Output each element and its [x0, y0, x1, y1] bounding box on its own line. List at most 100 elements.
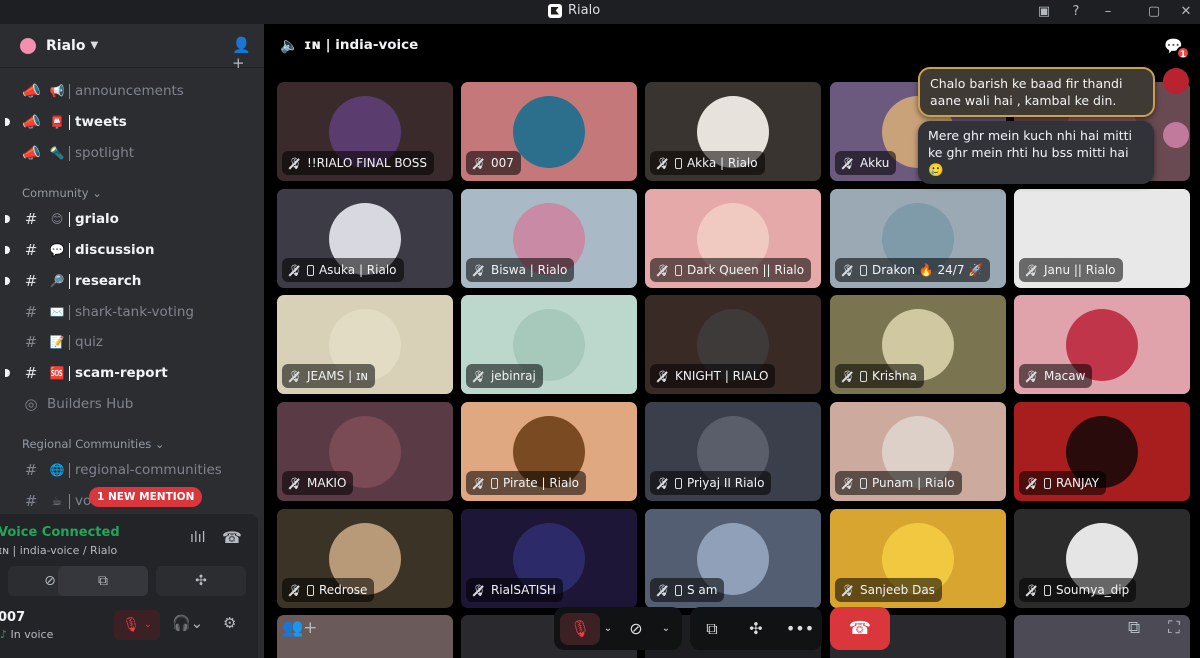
channel-discussion[interactable]: # 💬 discussion: [0, 236, 264, 264]
voice-waveform-icon[interactable]: ılıl: [190, 530, 206, 546]
participant-name: MAKIO: [306, 476, 347, 490]
channel-scam-report[interactable]: # 🆘 scam-report: [0, 359, 264, 387]
channel-builders-hub[interactable]: ◎ Builders Hub: [0, 390, 264, 418]
camera-off-icon: ⊘: [44, 573, 56, 589]
category-regional-communities[interactable]: Regional Communities ⌄: [22, 437, 165, 451]
mic-muted-icon: 🎙: [1025, 263, 1039, 277]
activities-button[interactable]: ✣: [156, 566, 246, 596]
chat-author-avatar[interactable]: [1163, 122, 1189, 148]
deafen-headphones-icon[interactable]: 🎧⌄: [172, 614, 203, 632]
maximize-button[interactable]: ▢: [1144, 2, 1164, 22]
participant-tile[interactable]: 🎙 RANJAY: [1014, 402, 1190, 501]
participant-tile[interactable]: [1014, 615, 1190, 658]
participant-tile[interactable]: 🎙 MAKIO: [277, 402, 453, 501]
chat-bubble-message[interactable]: Chalo barish ke baad fir thandi aane wal…: [918, 67, 1155, 117]
channel-emoji: 🔦: [49, 146, 65, 160]
category-community[interactable]: Community ⌄: [22, 186, 102, 200]
channel-separator: [69, 494, 70, 509]
channel-separator: [69, 305, 70, 320]
mic-muted-button[interactable]: 🎙: [560, 612, 600, 645]
participant-tile[interactable]: 🎙 Punam | Rialo: [830, 402, 1006, 501]
camera-options-chevron-icon[interactable]: ⌄: [656, 607, 676, 650]
activities-button[interactable]: ✣: [734, 607, 778, 650]
channel-emoji: 📮: [49, 115, 65, 129]
participant-nameplate: 🎙 S am: [650, 578, 725, 602]
end-call-button[interactable]: ☎: [830, 607, 890, 650]
participant-tile[interactable]: 🎙 Drakon 🔥 24/7 🚀: [830, 189, 1006, 288]
participant-name: JEAMS | ɪɴ: [306, 369, 369, 383]
megaphone-icon: 📣: [22, 82, 41, 100]
participant-tile[interactable]: 🎙 Janu || Rialo: [1014, 189, 1190, 288]
channel-tweets[interactable]: 📣 📮 tweets: [0, 108, 264, 136]
invite-to-voice-icon[interactable]: 👥+: [282, 618, 317, 638]
participant-name: Dark Queen || Rialo: [686, 263, 805, 277]
participant-tile[interactable]: 🎙 Krishna: [830, 295, 1006, 394]
mic-muted-icon: 🎙: [122, 617, 141, 633]
help-icon[interactable]: ?: [1066, 2, 1086, 22]
hash-icon: #: [24, 272, 38, 290]
inbox-icon[interactable]: ▣: [1034, 2, 1054, 22]
chat-author-avatar[interactable]: [1163, 68, 1189, 94]
participant-name: KNIGHT | RIALO: [674, 369, 769, 383]
mic-options-chevron-icon[interactable]: ⌄: [600, 607, 616, 650]
participant-tile[interactable]: 🎙 Asuka | Rialo: [277, 189, 453, 288]
participant-tile[interactable]: 🎙 Sanjeeb Das: [830, 509, 1006, 608]
participant-tile[interactable]: 🎙 KNIGHT | RIALO: [645, 295, 821, 394]
participant-tile[interactable]: 🎙 Dark Queen || Rialo: [645, 189, 821, 288]
camera-off-icon: ⊘: [629, 619, 643, 638]
participant-name: 007: [490, 156, 514, 170]
invite-people-icon[interactable]: 👤+: [232, 36, 252, 72]
participant-nameplate: 🎙 Asuka | Rialo: [282, 258, 404, 282]
fullscreen-icon[interactable]: ⛶: [1168, 618, 1180, 638]
chat-bubble-message[interactable]: Mere ghr mein kuch nhi hai mitti ke ghr …: [918, 121, 1154, 184]
share-screen-button[interactable]: ⧉: [58, 566, 148, 596]
popout-icon[interactable]: ⧉: [1128, 618, 1140, 638]
chevron-down-icon: ▼: [90, 40, 99, 51]
participant-tile[interactable]: 🎙 Redrose: [277, 509, 453, 608]
channel-separator: [69, 274, 70, 289]
participant-tile[interactable]: 🎙 jebinraj: [461, 295, 637, 394]
server-icon: [20, 37, 36, 54]
voice-connected-status[interactable]: Voice Connected: [0, 525, 120, 540]
participant-tile[interactable]: 🎙 Priyaj II Rialo: [645, 402, 821, 501]
participant-tile[interactable]: 🎙 007: [461, 82, 637, 181]
participant-tile[interactable]: 🎙 Biswa | Rialo: [461, 189, 637, 288]
participant-name: RANJAY: [1055, 476, 1099, 490]
current-username[interactable]: 007: [0, 610, 25, 625]
new-mention-pill[interactable]: 1 NEW MENTION: [89, 487, 203, 507]
participant-nameplate: 🎙 Dark Queen || Rialo: [650, 258, 812, 282]
participant-tile[interactable]: 🎙 Akka | Rialo: [645, 82, 821, 181]
mute-toggle-button[interactable]: 🎙 ⌄: [114, 610, 160, 640]
close-button[interactable]: ✕: [1176, 2, 1196, 22]
channel-research[interactable]: # 🔎 research: [0, 267, 264, 295]
disconnect-icon[interactable]: ☎: [222, 528, 242, 547]
channel-emoji: 🌐: [49, 463, 65, 477]
participant-tile[interactable]: 🎙 Macaw: [1014, 295, 1190, 394]
participant-name: Biswa | Rialo: [490, 263, 568, 277]
settings-gear-icon[interactable]: ⚙: [223, 614, 236, 632]
participant-tile[interactable]: 🎙 Pirate | Rialo: [461, 402, 637, 501]
more-options-button[interactable]: •••: [778, 607, 822, 650]
channel-name: discussion: [75, 242, 155, 258]
channel-grialo[interactable]: # 😊 grialo: [0, 205, 264, 233]
participant-tile[interactable]: 🎙 Soumya_dip: [1014, 509, 1190, 608]
participant-tile[interactable]: 🎙 RialSATISH: [461, 509, 637, 608]
server-header[interactable]: Rialo ▼ 👤+: [0, 24, 264, 72]
participant-tile[interactable]: 🎙 !!RIALO FINAL BOSS: [277, 82, 453, 181]
channel-name: Builders Hub: [47, 396, 134, 412]
channel-regional-communities[interactable]: # 🌐 regional-communities: [0, 456, 264, 484]
screen-share-button[interactable]: ⧉: [690, 607, 734, 650]
mobile-phone-icon: [674, 477, 682, 489]
channel-spotlight[interactable]: 📣 🔦 spotlight: [0, 139, 264, 167]
participant-tile[interactable]: 🎙 JEAMS | ɪɴ: [277, 295, 453, 394]
participant-tile[interactable]: 🎙 S am: [645, 509, 821, 608]
channel-announcements[interactable]: 📣 📢 announcements: [0, 77, 264, 105]
channel-quiz[interactable]: # 📝 quiz: [0, 328, 264, 356]
screen-share-icon: ⧉: [706, 618, 718, 638]
channel-shark-tank-voting[interactable]: # ✉️ shark-tank-voting: [0, 298, 264, 326]
mic-muted-icon: 🎙: [569, 619, 591, 638]
voice-channel-path[interactable]: ɪɴ | india-voice / Rialo: [0, 544, 117, 557]
minimize-button[interactable]: –: [1098, 2, 1118, 22]
participant-nameplate: 🎙 Akka | Rialo: [650, 151, 765, 175]
camera-off-button[interactable]: ⊘: [616, 607, 656, 650]
